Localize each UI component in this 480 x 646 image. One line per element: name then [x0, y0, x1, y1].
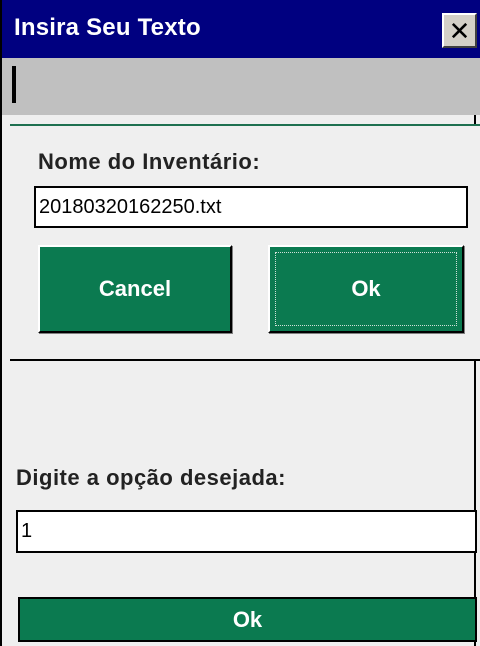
inventory-name-dialog: Nome do Inventário: 20180320162250.txt C…	[10, 124, 480, 361]
text-caret	[12, 66, 16, 103]
option-input[interactable]: 1	[16, 510, 477, 553]
close-button[interactable]: ✕	[442, 13, 477, 48]
main-ok-button[interactable]: Ok	[18, 597, 477, 642]
inventory-name-label: Nome do Inventário:	[38, 149, 261, 174]
dialog-ok-button[interactable]: Ok	[268, 245, 464, 333]
input-strip	[2, 58, 480, 115]
close-icon: ✕	[448, 15, 471, 46]
cancel-button[interactable]: Cancel	[38, 245, 232, 333]
title-bar: Insira Seu Texto	[2, 0, 480, 58]
inventory-name-input[interactable]: 20180320162250.txt	[34, 186, 468, 228]
window-title: Insira Seu Texto	[14, 14, 201, 41]
app-frame: Insira Seu Texto ✕ Nome do Inventário: 2…	[0, 0, 480, 646]
option-prompt-label: Digite a opção desejada:	[16, 465, 286, 490]
